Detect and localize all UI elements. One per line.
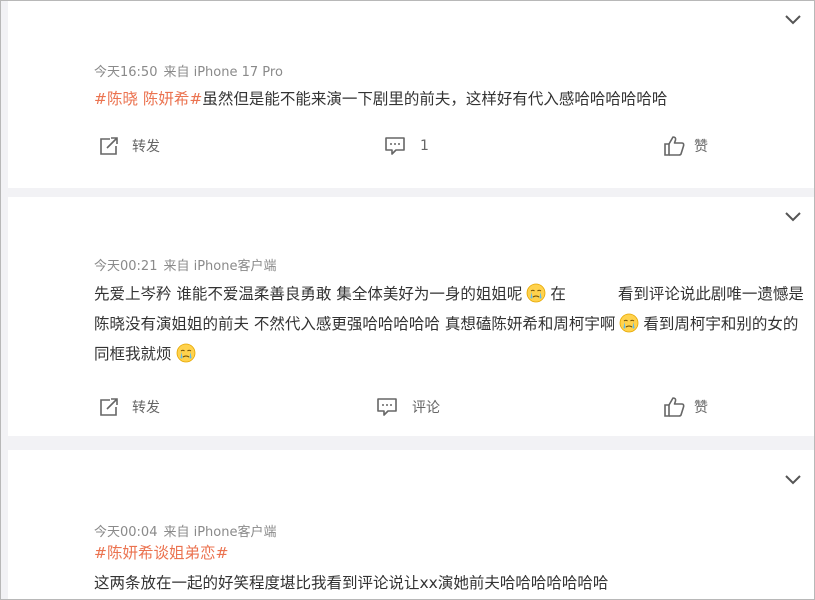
post-meta: 今天00:21 来自 iPhone客户端 xyxy=(94,255,276,274)
crying-emoji-icon xyxy=(526,283,546,303)
comment-icon xyxy=(377,398,397,416)
comment-count: 1 xyxy=(420,138,429,154)
comment-label: 评论 xyxy=(412,400,440,416)
chevron-down-icon[interactable] xyxy=(784,14,802,26)
post-actions: 转发 评论 赞 xyxy=(94,395,734,419)
topic-link[interactable]: #陈妍希谈姐弟恋# xyxy=(94,538,806,568)
repost-icon xyxy=(100,398,118,416)
chevron-down-icon[interactable] xyxy=(784,474,802,486)
post-text: 虽然但是能不能来演一下剧里的前夫，这样好有代入感哈哈哈哈哈哈 xyxy=(202,90,668,108)
chevron-down-icon[interactable] xyxy=(784,211,802,223)
repost-label: 转发 xyxy=(132,139,160,155)
like-icon xyxy=(664,397,685,417)
like-icon xyxy=(664,136,685,156)
post-content: #陈晓 陈妍希#虽然但是能不能来演一下剧里的前夫，这样好有代入感哈哈哈哈哈哈 xyxy=(94,84,806,114)
like-label: 赞 xyxy=(694,400,708,416)
post-actions: 转发 1 赞 xyxy=(94,134,734,158)
post-card: 今天00:04 来自 iPhone客户端 #陈妍希谈姐弟恋# 这两条放在一起的好笑… xyxy=(8,450,814,599)
post-text: 在 xyxy=(550,285,566,303)
like-button[interactable]: 赞 xyxy=(662,395,708,419)
repost-button[interactable]: 转发 xyxy=(98,395,160,419)
post-source: 来自 iPhone 17 Pro xyxy=(163,65,283,80)
comment-icon xyxy=(385,137,405,155)
repost-icon xyxy=(100,137,118,155)
post-text: 这两条放在一起的好笑程度堪比我看到评论说让xx演她前夫哈哈哈哈哈哈哈 xyxy=(94,574,609,592)
repost-label: 转发 xyxy=(132,400,160,416)
post-meta: 今天16:50 来自 iPhone 17 Pro xyxy=(94,61,283,80)
comment-button[interactable]: 1 xyxy=(384,134,429,158)
like-label: 赞 xyxy=(694,139,708,155)
feed: 今天16:50 来自 iPhone 17 Pro #陈晓 陈妍希#虽然但是能不能来… xyxy=(0,0,815,600)
post-content: #陈妍希谈姐弟恋# 这两条放在一起的好笑程度堪比我看到评论说让xx演她前夫哈哈哈… xyxy=(94,538,806,598)
post-text: 先爱上岑矜 谁能不爱温柔善良勇敢 集全体美好为一身的姐姐呢 xyxy=(94,285,523,303)
post-source: 来自 iPhone客户端 xyxy=(163,259,277,274)
post-time[interactable]: 今天16:50 xyxy=(94,65,157,80)
topic-link[interactable]: #陈晓 陈妍希# xyxy=(94,90,202,108)
post-card: 今天00:21 来自 iPhone客户端 先爱上岑矜 谁能不爱温柔善良勇敢 集全体… xyxy=(8,197,814,436)
repost-button[interactable]: 转发 xyxy=(98,134,160,158)
comment-button[interactable]: 评论 xyxy=(376,395,440,419)
crying-emoji-icon xyxy=(176,343,195,363)
like-button[interactable]: 赞 xyxy=(662,134,708,158)
post-content: 先爱上岑矜 谁能不爱温柔善良勇敢 集全体美好为一身的姐姐呢 在看到评论说此剧唯一… xyxy=(94,279,806,369)
crying-emoji-icon xyxy=(619,313,639,333)
post-card: 今天16:50 来自 iPhone 17 Pro #陈晓 陈妍希#虽然但是能不能来… xyxy=(8,1,814,188)
post-time[interactable]: 今天00:21 xyxy=(94,259,157,274)
